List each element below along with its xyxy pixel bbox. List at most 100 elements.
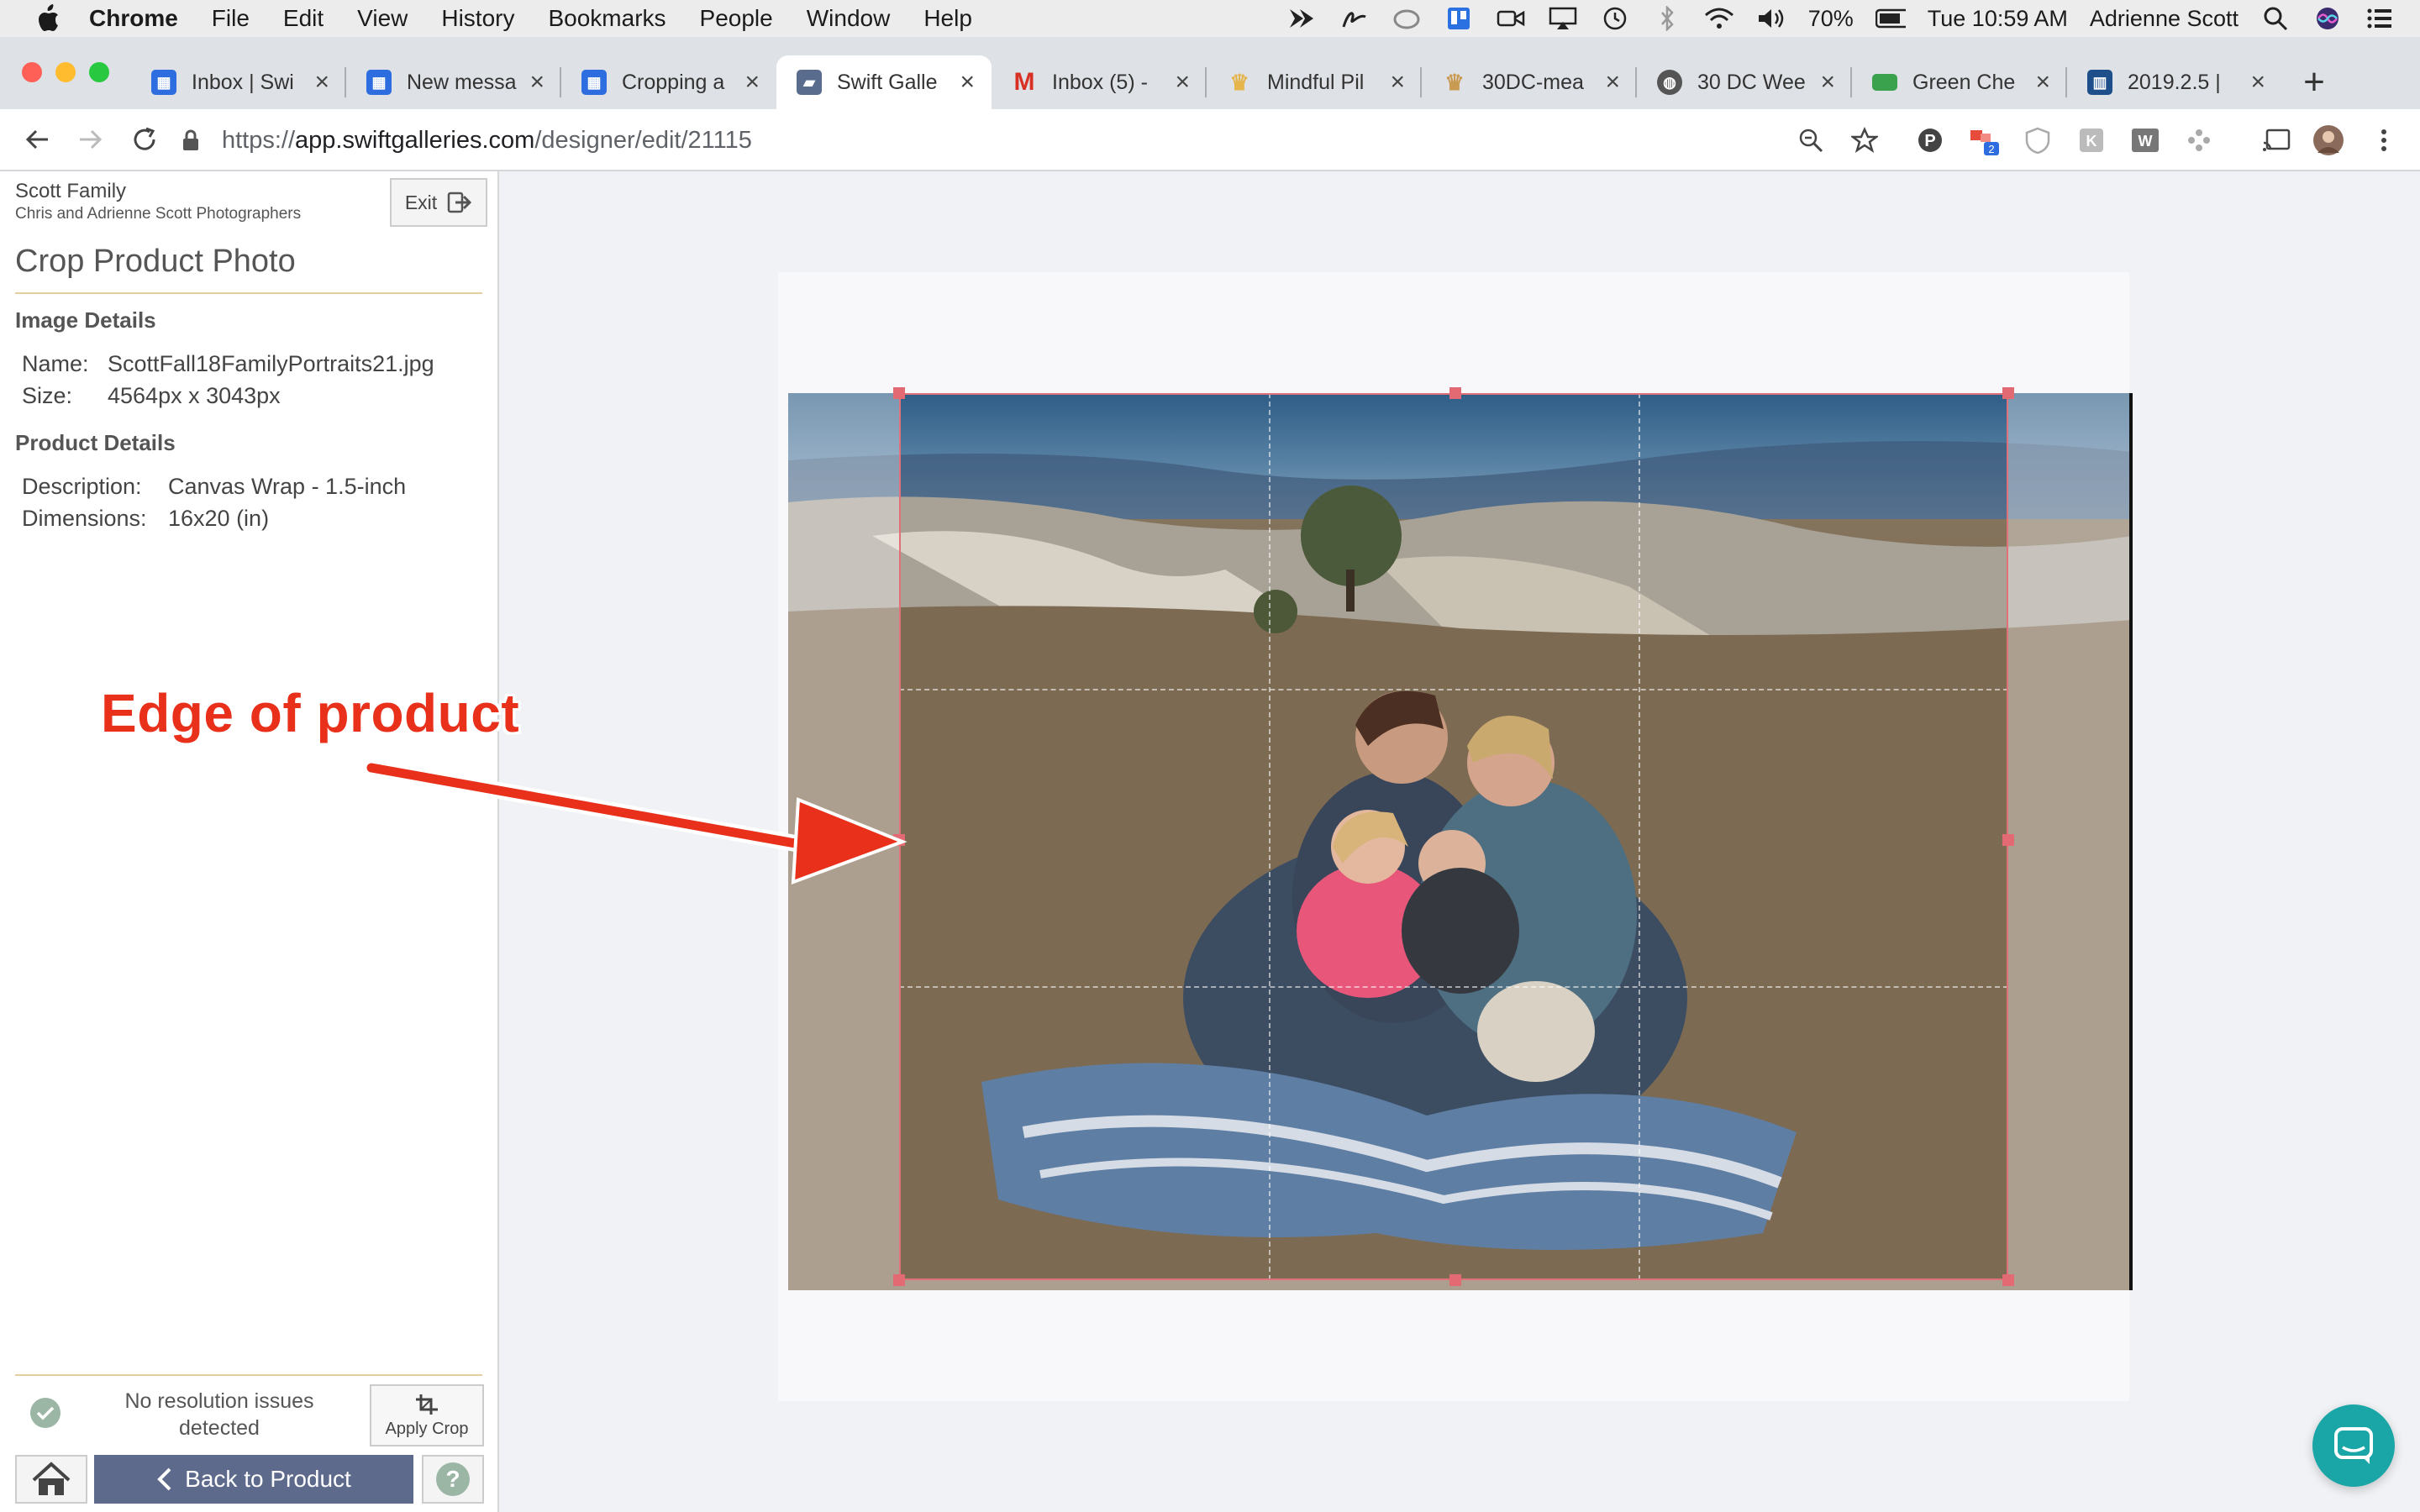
- tab-title: 2019.2.5 |: [2128, 70, 2221, 94]
- volume-icon[interactable]: [1756, 6, 1786, 31]
- crop-handle-top-right[interactable]: [2002, 387, 2014, 399]
- menubar-clock[interactable]: Tue 10:59 AM: [1928, 6, 2068, 32]
- spotlight-search-icon[interactable]: [2260, 6, 2291, 31]
- menu-bookmarks[interactable]: Bookmarks: [548, 5, 666, 32]
- menu-help[interactable]: Help: [923, 5, 972, 32]
- intercom-icon: ▦: [151, 70, 176, 95]
- menu-edit[interactable]: Edit: [283, 5, 324, 32]
- crop-handle-top-left[interactable]: [893, 387, 905, 399]
- tab-title: Cropping a: [622, 70, 725, 94]
- menu-file[interactable]: File: [212, 5, 250, 32]
- arrow-status-icon[interactable]: [1287, 6, 1318, 31]
- shield-extension-icon[interactable]: [2022, 124, 2054, 156]
- tab-title: 30DC-mea: [1482, 70, 1584, 94]
- name-label: Name:: [22, 351, 89, 376]
- tab-30dc-meal[interactable]: ♛ 30DC-mea ×: [1422, 55, 1637, 109]
- tab-cropping[interactable]: ▦ Cropping a ×: [561, 55, 776, 109]
- bluetooth-icon[interactable]: [1652, 6, 1682, 31]
- trello-status-icon[interactable]: [1444, 6, 1474, 31]
- size-label: Size:: [22, 383, 73, 408]
- menu-people[interactable]: People: [700, 5, 773, 32]
- wordtune-extension-icon[interactable]: W: [2129, 124, 2161, 156]
- panel-title: Crop Product Photo: [15, 244, 296, 279]
- exit-label: Exit: [404, 191, 438, 213]
- close-icon[interactable]: ×: [2250, 68, 2265, 97]
- k-extension-icon[interactable]: K: [2075, 124, 2107, 156]
- back-arrow-icon[interactable]: [20, 123, 54, 156]
- close-icon[interactable]: ×: [529, 68, 544, 97]
- forward-arrow-icon[interactable]: [74, 123, 108, 156]
- apply-crop-label: Apply Crop: [385, 1419, 469, 1438]
- browser-tab-strip: ▦ Inbox | Swi × ▦ New messa × ▦ Cropping…: [0, 37, 2420, 109]
- crop-handle-bottom-left[interactable]: [893, 1274, 905, 1286]
- tab-title: 30 DC Wee: [1697, 70, 1806, 94]
- annotation-arrow-icon: [363, 759, 908, 885]
- close-icon[interactable]: ×: [744, 68, 760, 97]
- tab-30dc-week[interactable]: ◍ 30 DC Wee ×: [1637, 55, 1852, 109]
- new-tab-button[interactable]: +: [2297, 55, 2331, 109]
- window-minimize-button[interactable]: [55, 62, 76, 82]
- close-icon[interactable]: ×: [2035, 68, 2050, 97]
- cast-icon[interactable]: [2260, 124, 2292, 156]
- puzzle-extension-icon[interactable]: [2183, 124, 2215, 156]
- pinterest-extension-icon[interactable]: P: [1914, 124, 1946, 156]
- menu-view[interactable]: View: [357, 5, 408, 32]
- menu-history[interactable]: History: [441, 5, 514, 32]
- chat-launcher-button[interactable]: [2312, 1404, 2395, 1487]
- crop-handle-right[interactable]: [2002, 834, 2014, 846]
- apple-icon[interactable]: [35, 4, 60, 33]
- tab-gmail-inbox[interactable]: M Inbox (5) - ×: [992, 55, 1207, 109]
- close-icon[interactable]: ×: [1605, 68, 1620, 97]
- menu-app-chrome[interactable]: Chrome: [89, 5, 178, 32]
- tab-title: Swift Galle: [837, 70, 938, 94]
- tab-inbox-swift[interactable]: ▦ Inbox | Swi ×: [131, 55, 346, 109]
- close-icon[interactable]: ×: [1175, 68, 1190, 97]
- crown-icon: ♛: [1444, 69, 1465, 95]
- wifi-icon[interactable]: [1704, 6, 1734, 31]
- home-button[interactable]: [15, 1455, 87, 1504]
- tab-trello-2019[interactable]: ▥ 2019.2.5 | ×: [2067, 55, 2282, 109]
- dimensions-label: Dimensions:: [22, 506, 147, 531]
- creative-cloud-icon[interactable]: [1392, 6, 1422, 31]
- tab-title: Green Che: [1912, 70, 2016, 94]
- resolution-status: No resolution issues detected: [124, 1389, 314, 1440]
- facetime-icon[interactable]: [1496, 6, 1526, 31]
- tab-swift-galleries[interactable]: ▰ Swift Galle ×: [776, 55, 992, 109]
- extension-badge-icon[interactable]: 2: [1968, 124, 2000, 156]
- close-icon[interactable]: ×: [960, 68, 975, 97]
- crop-handle-bottom-right[interactable]: [2002, 1274, 2014, 1286]
- close-icon[interactable]: ×: [314, 68, 329, 97]
- crop-handle-bottom[interactable]: [1449, 1274, 1461, 1286]
- help-button[interactable]: ?: [422, 1455, 484, 1504]
- siri-icon[interactable]: [2312, 6, 2343, 31]
- title-divider: [15, 292, 482, 294]
- window-close-button[interactable]: [22, 62, 42, 82]
- zoom-icon[interactable]: [1795, 124, 1827, 156]
- notification-center-icon[interactable]: [2365, 6, 2395, 31]
- tab-new-message[interactable]: ▦ New messa ×: [346, 55, 561, 109]
- menubar-user[interactable]: Adrienne Scott: [2090, 6, 2238, 32]
- crop-handle-top[interactable]: [1449, 387, 1461, 399]
- window-zoom-button[interactable]: [89, 62, 109, 82]
- address-bar[interactable]: https://app.swiftgalleries.com/designer/…: [182, 118, 1862, 163]
- crop-frame[interactable]: [899, 393, 2008, 1280]
- reload-icon[interactable]: [128, 123, 161, 156]
- apply-crop-button[interactable]: Apply Crop: [370, 1384, 484, 1446]
- close-icon[interactable]: ×: [1390, 68, 1405, 97]
- back-to-product-button[interactable]: Back to Product: [94, 1455, 413, 1504]
- menu-window[interactable]: Window: [807, 5, 891, 32]
- tab-title: Mindful Pil: [1267, 70, 1365, 94]
- battery-icon[interactable]: [1875, 6, 1906, 31]
- acrobat-sign-icon[interactable]: [1339, 6, 1370, 31]
- tab-mindful-pil[interactable]: ♛ Mindful Pil ×: [1207, 55, 1422, 109]
- bookmark-star-icon[interactable]: [1849, 124, 1881, 156]
- airplay-icon[interactable]: [1548, 6, 1578, 31]
- profile-avatar[interactable]: [2312, 124, 2344, 156]
- close-icon[interactable]: ×: [1820, 68, 1835, 97]
- time-machine-icon[interactable]: [1600, 6, 1630, 31]
- tab-green-chef[interactable]: Green Che ×: [1852, 55, 2067, 109]
- battery-percent: 70%: [1807, 5, 1854, 31]
- check-icon: [30, 1398, 60, 1428]
- chrome-menu-icon[interactable]: [2368, 124, 2400, 156]
- exit-button[interactable]: Exit: [390, 178, 487, 227]
